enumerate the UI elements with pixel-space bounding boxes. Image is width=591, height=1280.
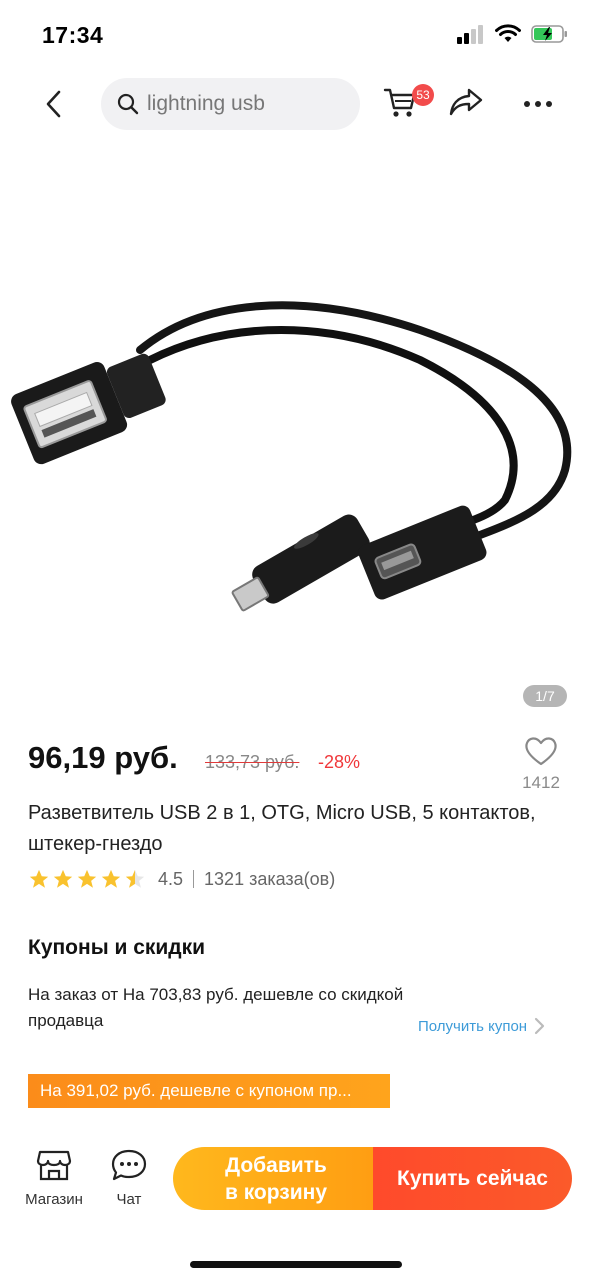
add-to-cart-label: Добавить в корзину (225, 1152, 327, 1206)
star-icon (101, 869, 121, 888)
wifi-icon (495, 24, 521, 42)
coupon-description: На заказ от На 703,83 руб. дешевле со ск… (28, 985, 404, 1030)
more-button[interactable] (518, 86, 558, 122)
status-time: 17:34 (42, 22, 104, 48)
product-image[interactable] (0, 145, 591, 723)
star-half-icon (125, 869, 145, 888)
chat-tab[interactable]: Чат (94, 1148, 164, 1208)
header: lightning usb (0, 72, 591, 136)
rating-stars (28, 868, 146, 890)
wishlist-count: 1412 (522, 773, 560, 792)
store-icon (36, 1150, 72, 1181)
rating-row[interactable]: 4.5 1321 заказа(ов) (28, 866, 335, 892)
current-price: 96,19 руб. (28, 740, 178, 775)
back-arrow-icon (46, 90, 61, 118)
coupon-promo-banner[interactable]: На 391,02 руб. дешевле с купоном пр... (28, 1074, 390, 1108)
signal-icon (457, 25, 483, 44)
coupons-section-title: Купоны и скидки (28, 936, 206, 959)
star-icon (53, 869, 73, 888)
get-coupon-label: Получить купон (418, 1017, 528, 1035)
wishlist-button[interactable] (518, 735, 564, 772)
more-icon (524, 101, 552, 107)
chat-label: Чат (116, 1191, 142, 1208)
rating-separator (193, 870, 195, 888)
back-button[interactable] (34, 84, 74, 124)
home-indicator (190, 1261, 402, 1268)
discount-badge: -28% (318, 752, 361, 772)
status-bar: 17:34 (0, 0, 591, 72)
add-to-cart-line1: Добавить (225, 1153, 327, 1177)
product-title: Разветвитель USB 2 в 1, OTG, Micro USB, … (28, 802, 536, 855)
get-coupon-link[interactable]: Получить купон (418, 1017, 545, 1035)
heart-icon (525, 737, 557, 766)
store-tab[interactable]: Магазин (19, 1148, 89, 1208)
gallery-page-indicator: 1/7 (523, 685, 567, 707)
share-icon (449, 88, 483, 116)
store-label: Магазин (25, 1191, 83, 1208)
chat-icon (111, 1149, 147, 1181)
star-icon (29, 869, 49, 888)
search-icon (117, 93, 139, 115)
star-icon (77, 869, 97, 888)
add-to-cart-button[interactable]: Добавить в корзину (173, 1147, 379, 1210)
buy-now-button[interactable]: Купить сейчас (373, 1147, 572, 1210)
usb-cable-image (11, 301, 572, 612)
battery-icon (531, 25, 567, 43)
share-button[interactable] (448, 86, 488, 122)
add-to-cart-line2: в корзину (224, 1180, 328, 1204)
status-icons (457, 24, 569, 44)
old-price: 133,73 руб. (205, 752, 300, 772)
cart-badge: 53 (412, 84, 434, 106)
search-text: lightning usb (147, 92, 265, 115)
chevron-right-icon (534, 1017, 545, 1035)
rating-value: 4.5 (158, 868, 184, 889)
search-input[interactable]: lightning usb (101, 78, 360, 130)
orders-count: 1321 заказа(ов) (204, 868, 336, 889)
